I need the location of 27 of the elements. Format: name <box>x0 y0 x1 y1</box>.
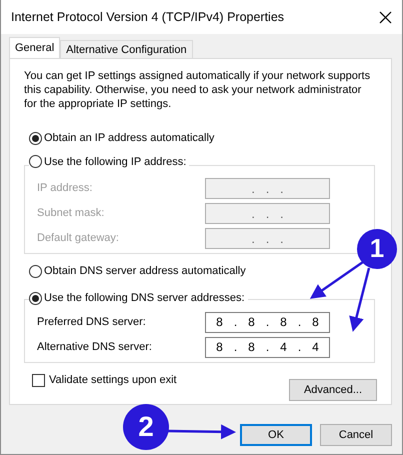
tab[interactable]: General <box>9 37 60 58</box>
field-label: Preferred DNS server: <box>37 316 146 329</box>
field-label: Alternative DNS server: <box>37 340 152 354</box>
radio-label[interactable]: Use the following DNS server addresses: <box>44 291 245 306</box>
window-title: Internet Protocol Version 4 (TCP/IPv4) Properties <box>11 10 284 24</box>
dialog-button[interactable]: OK <box>240 424 312 446</box>
checkbox[interactable] <box>32 374 45 388</box>
ip-address-field[interactable]: 8.8.4.4 <box>205 336 330 358</box>
description-text: You can get IP settings assigned automatically if your network supports this capability. Otherwise, you need to ask your network administrator for the appropriate IP settings. <box>24 69 372 111</box>
advanced-button[interactable]: Advanced... <box>289 379 377 401</box>
radio-button[interactable] <box>29 292 42 305</box>
radio-button[interactable] <box>29 132 42 144</box>
arrow <box>168 424 236 440</box>
field-label: IP address: <box>37 182 92 196</box>
radio-label[interactable]: Obtain an IP address automatically <box>44 131 214 145</box>
field-label: Default gateway: <box>37 232 119 246</box>
radio-button[interactable] <box>29 155 42 168</box>
dialog-button[interactable]: Cancel <box>320 424 392 446</box>
radio-label[interactable]: Obtain DNS server address automatically <box>44 264 246 278</box>
tab[interactable]: Alternative Configuration <box>60 40 193 58</box>
checkbox-label[interactable]: Validate settings upon exit <box>49 374 177 388</box>
close-icon[interactable] <box>379 10 392 24</box>
radio-button[interactable] <box>29 264 42 278</box>
ip-address-field[interactable]: 8.8.8.8 <box>205 312 330 333</box>
step-number-badge: 2 <box>123 404 169 450</box>
radio-label[interactable]: Use the following IP address: <box>44 154 186 169</box>
field-label: Subnet mask: <box>37 207 104 220</box>
